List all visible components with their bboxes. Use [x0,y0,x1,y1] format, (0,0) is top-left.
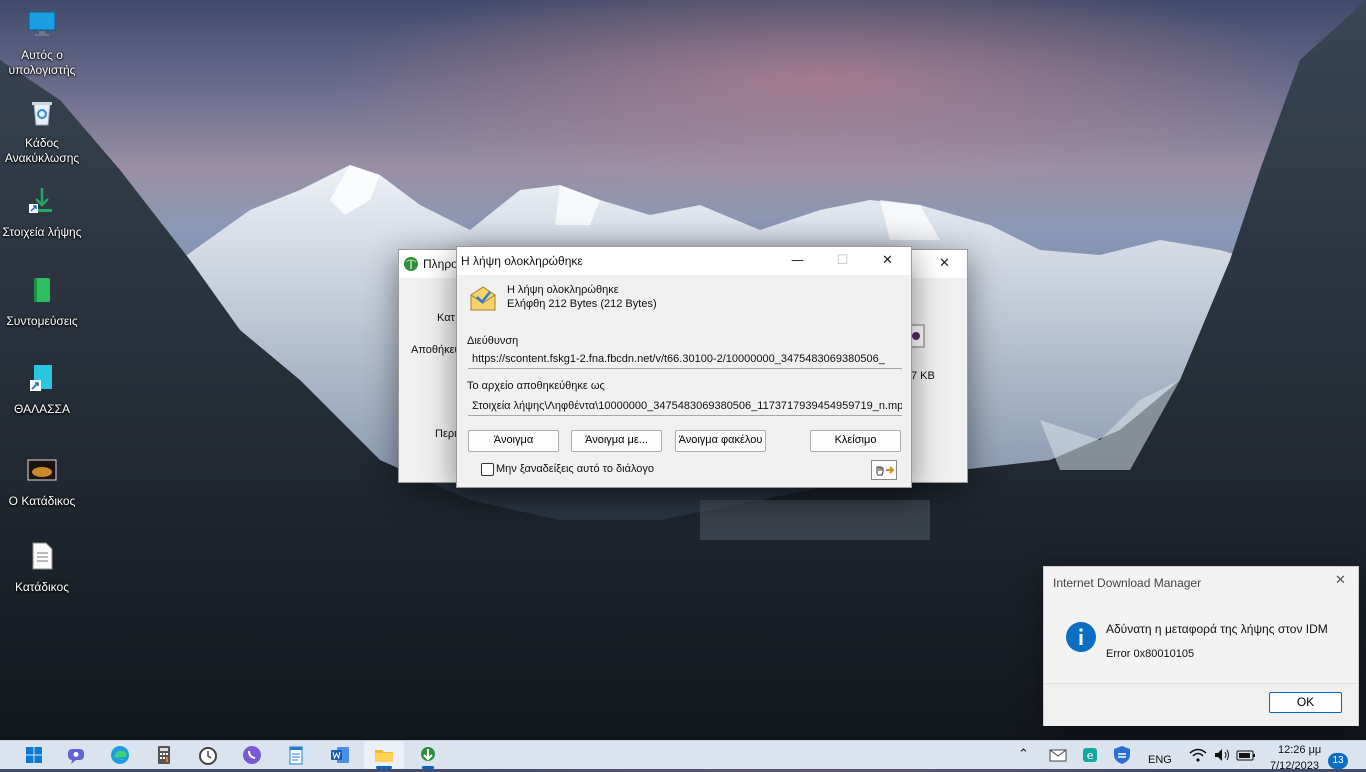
desktop-icon-video[interactable]: Ο Κατάδικος [0,454,84,509]
idm-globe-icon [404,257,418,271]
hand-arrow-icon[interactable] [871,460,897,480]
idm-icon[interactable] [416,743,440,767]
saved-as-label: Το αρχείο αποθηκεύθηκε ως [467,380,605,392]
desktop-icon-label: Συντομεύσεις [6,314,78,328]
status-line2: Ελήφθη 212 Bytes (212 Bytes) [507,298,657,310]
desktop-icon-shortcuts[interactable]: Συντομεύσεις [0,274,84,329]
field-label: Αποθήκευ [411,344,461,356]
desktop-icon-label: Στοιχεία λήψης [2,225,82,239]
desktop-icon-label: Αυτός ο υπολογιστής [8,48,76,77]
desktop-icon-label: Ο Κατάδικος [8,494,76,508]
recycle-bin-icon [32,102,52,126]
close-icon[interactable]: ✕ [1335,573,1346,588]
chevron-up-icon[interactable]: ⌃ [1018,746,1029,762]
checkbox-label: Μην ξαναδείξεις αυτό το διάλογο [496,463,655,475]
download-complete-dialog[interactable]: Η λήψη ολοκληρώθηκε — ☐ ✕ Η λήψη ολοκληρ… [456,246,912,488]
notepad-icon[interactable] [284,743,308,767]
desktop-icon-thalassa[interactable]: ΘΑΛΑΣΣΑ [0,362,84,417]
shortcut-icon [30,365,52,391]
dialog-title: Η λήψη ολοκληρώθηκε [461,254,583,268]
status-line1: Η λήψη ολοκληρώθηκε [507,284,619,296]
mail-icon[interactable] [1046,743,1070,767]
info-icon [1066,622,1096,652]
notification-message: Αδύνατη η μεταφορά της λήψης στον IDM [1106,622,1328,636]
security-shield-icon[interactable] [1110,743,1134,767]
wifi-icon[interactable] [1186,743,1210,767]
open-folder-button[interactable]: Άνοιγμα φακέλου [675,430,766,452]
speaker-icon[interactable] [1210,743,1234,767]
battery-icon[interactable] [1234,743,1258,767]
minimize-icon[interactable]: — [775,247,820,275]
green-book-icon [34,278,50,302]
monitor-icon [28,11,56,36]
close-icon[interactable]: ✕ [922,250,967,278]
svg-text:e: e [1087,749,1094,762]
idm-error-notification[interactable]: Internet Download Manager ✕ Αδύνατη η με… [1043,566,1359,726]
maximize-icon: ☐ [836,253,849,268]
open-with-button[interactable]: Άνοιγμα με... [571,430,662,452]
edge-icon[interactable] [108,743,132,767]
windows-start-icon[interactable] [22,743,46,767]
clock-app-icon[interactable] [196,743,220,767]
language-indicator[interactable]: ENG [1148,754,1172,766]
open-button[interactable]: Άνοιγμα [468,430,559,452]
file-explorer-icon[interactable] [372,743,396,767]
file-size-text: 7 KB [911,370,935,382]
notification-badge[interactable]: 13 [1328,753,1348,769]
desktop-icon-text-file[interactable]: Κατάδικος [0,540,84,595]
text-document-icon [32,542,53,570]
envelope-check-icon [470,286,496,311]
notification-error-code: Error 0x80010105 [1106,648,1195,660]
ok-button[interactable]: OK [1269,692,1342,713]
address-label: Διεύθυνση [467,335,519,347]
dialog-titlebar[interactable]: Η λήψη ολοκληρώθηκε — ☐ ✕ [457,247,911,275]
desktop-icon-this-pc[interactable]: Αυτός ο υπολογιστής [0,8,84,78]
desktop-icon-label: Κάδος Ανακύκλωσης [4,136,80,165]
desktop-icon-label: Κατάδικος [15,580,69,594]
close-icon[interactable]: ✕ [865,247,910,275]
field-label: Κατ [437,312,455,324]
taskbar: ⌃ e ENG 12:26 μμ 7/12/2023 13 [0,740,1366,772]
download-folder-icon [29,188,52,213]
window-title: Πληρο [423,257,458,271]
desktop-icon-downloads[interactable]: Στοιχεία λήψης [0,185,84,240]
viber-icon[interactable] [240,743,264,767]
word-icon[interactable] [328,743,352,767]
video-thumbnail-icon [27,459,57,481]
desktop-icon-recycle-bin[interactable]: Κάδος Ανακύκλωσης [0,96,84,166]
desktop-icon-label: ΘΑΛΑΣΣΑ [14,402,70,416]
teams-chat-icon[interactable] [64,743,88,767]
edge-tray-icon[interactable]: e [1078,743,1102,767]
clock-time[interactable]: 12:26 μμ [1278,744,1321,756]
address-field[interactable]: https://scontent.fskg1-2.fna.fbcdn.net/v… [468,350,902,369]
field-label: Περι [435,428,457,440]
calculator-icon[interactable] [152,743,176,767]
notification-app-name: Internet Download Manager [1053,576,1202,590]
clock-date[interactable]: 7/12/2023 [1270,760,1319,772]
saved-path-field[interactable]: Στοιχεία λήψης\Ληφθέντα\10000000_3475483… [468,397,902,416]
close-button[interactable]: Κλείσιμο [810,430,901,452]
dont-show-checkbox[interactable] [481,463,494,476]
